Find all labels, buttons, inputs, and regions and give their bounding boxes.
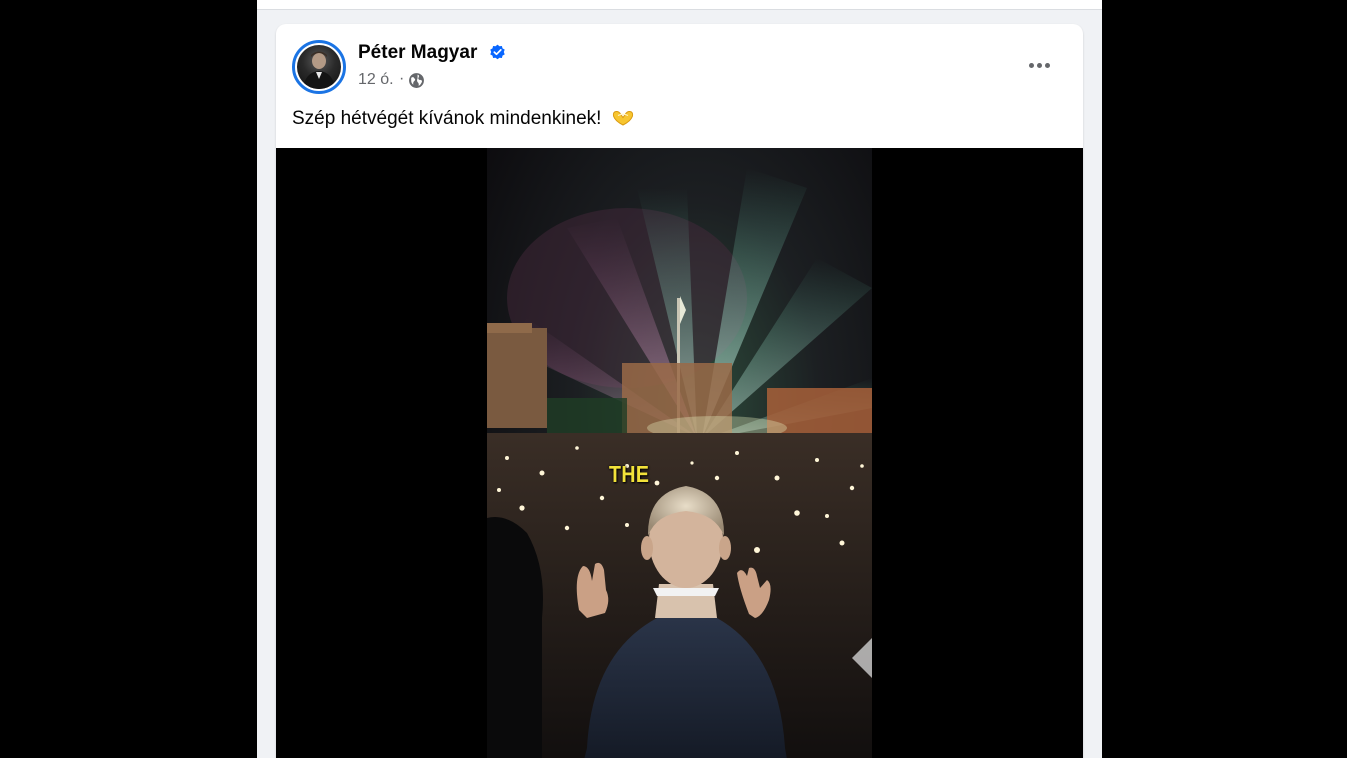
video-frame-image: [487, 148, 872, 758]
avatar-image: [297, 45, 341, 89]
video-player[interactable]: THE: [487, 148, 872, 758]
heart-hands-icon: [612, 110, 633, 126]
video-caption: THE: [609, 461, 650, 487]
post-media: THE: [276, 148, 1083, 758]
previous-post-edge: [257, 0, 1102, 10]
post-card: Péter Magyar 12 ó. · Szép hétvégét kíván…: [276, 24, 1083, 758]
author-avatar[interactable]: [292, 40, 346, 94]
globe-icon: [409, 73, 424, 88]
post-message: Szép hétvégét kívánok mindenkinek!: [292, 108, 635, 130]
meta-separator: ·: [399, 70, 405, 87]
more-options-icon: [1028, 62, 1034, 68]
verified-badge-icon: [490, 44, 505, 60]
news-feed: Péter Magyar 12 ó. · Szép hétvégét kíván…: [257, 0, 1102, 758]
author-name[interactable]: Péter Magyar: [358, 42, 477, 64]
more-options-button[interactable]: [1021, 50, 1057, 80]
post-message-text: Szép hétvégét kívánok mindenkinek!: [292, 108, 602, 129]
post-timestamp[interactable]: 12 ó.: [358, 71, 394, 89]
avatar-portrait-icon: [303, 51, 335, 89]
